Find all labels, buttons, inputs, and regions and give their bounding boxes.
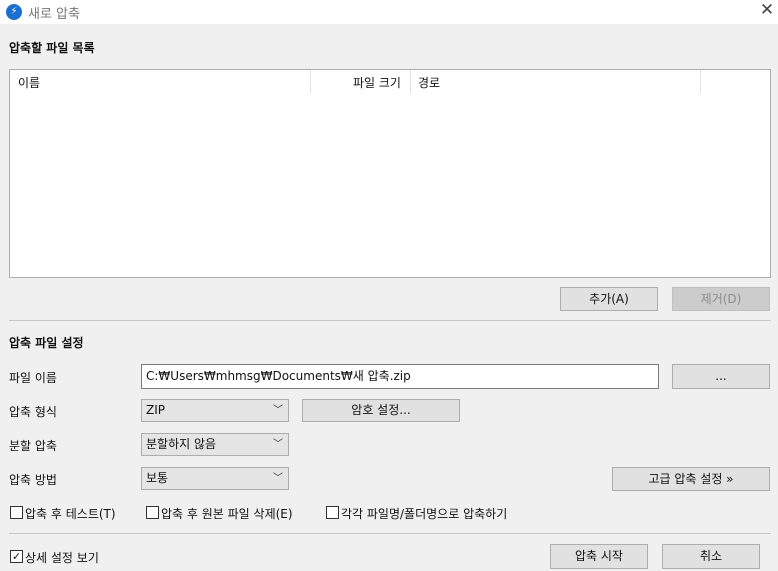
remove-button[interactable]: 제거(D) xyxy=(672,287,770,311)
each-file-checkbox[interactable] xyxy=(326,506,339,519)
filename-label: 파일 이름 xyxy=(9,371,57,385)
each-file-label[interactable]: 각각 파일명/폴더명으로 압축하기 xyxy=(341,505,507,522)
split-select[interactable]: 분할하지 않음 ﹀ xyxy=(141,433,289,456)
show-details-label[interactable]: 상세 설정 보기 xyxy=(25,549,99,566)
app-logo-icon: ⚡ xyxy=(6,4,22,20)
test-after-label[interactable]: 압축 후 테스트(T) xyxy=(25,505,116,522)
chevron-down-icon: ﹀ xyxy=(273,473,283,484)
method-select[interactable]: 보통 ﹀ xyxy=(141,467,289,490)
delete-original-label[interactable]: 압축 후 원본 파일 삭제(E) xyxy=(161,505,293,522)
password-button[interactable]: 암호 설정... xyxy=(302,399,460,422)
method-label: 압축 방법 xyxy=(9,473,57,487)
close-button[interactable]: ✕ xyxy=(756,0,778,22)
chevron-down-icon: ﹀ xyxy=(273,405,283,416)
browse-button[interactable]: ... xyxy=(672,364,770,389)
format-select[interactable]: ZIP ﹀ xyxy=(141,399,289,422)
show-details-checkbox[interactable]: ✓ xyxy=(10,550,23,563)
column-divider[interactable] xyxy=(700,70,701,94)
file-list-title: 압축할 파일 목록 xyxy=(9,41,95,55)
split-value: 분할하지 않음 xyxy=(146,437,217,451)
start-compress-button[interactable]: 압축 시작 xyxy=(550,544,648,569)
test-after-checkbox[interactable] xyxy=(10,506,23,519)
column-header-path[interactable]: 경로 xyxy=(418,74,440,91)
column-divider[interactable] xyxy=(310,70,311,94)
title-bar: ⚡ 새로 압축 ✕ xyxy=(0,0,778,24)
column-divider[interactable] xyxy=(410,70,411,94)
window-title: 새로 압축 xyxy=(28,7,80,22)
column-header-name[interactable]: 이름 xyxy=(18,74,40,91)
split-label: 분할 압축 xyxy=(9,439,57,453)
column-header-size[interactable]: 파일 크기 xyxy=(353,74,401,91)
add-button[interactable]: 추가(A) xyxy=(560,287,658,311)
advanced-settings-button[interactable]: 고급 압축 설정 » xyxy=(612,467,770,491)
format-label: 압축 형식 xyxy=(9,405,57,419)
file-list[interactable]: 이름 파일 크기 경로 xyxy=(9,69,771,278)
settings-title: 압축 파일 설정 xyxy=(9,336,84,350)
chevron-down-icon: ﹀ xyxy=(273,439,283,450)
delete-original-checkbox[interactable] xyxy=(146,506,159,519)
cancel-button[interactable]: 취소 xyxy=(662,544,760,569)
method-value: 보통 xyxy=(146,471,169,485)
filename-field[interactable]: C:₩Users₩mhmsg₩Documents₩새 압축.zip xyxy=(141,364,659,389)
format-value: ZIP xyxy=(146,403,165,417)
footer-divider xyxy=(9,533,771,534)
section-divider xyxy=(9,320,771,321)
